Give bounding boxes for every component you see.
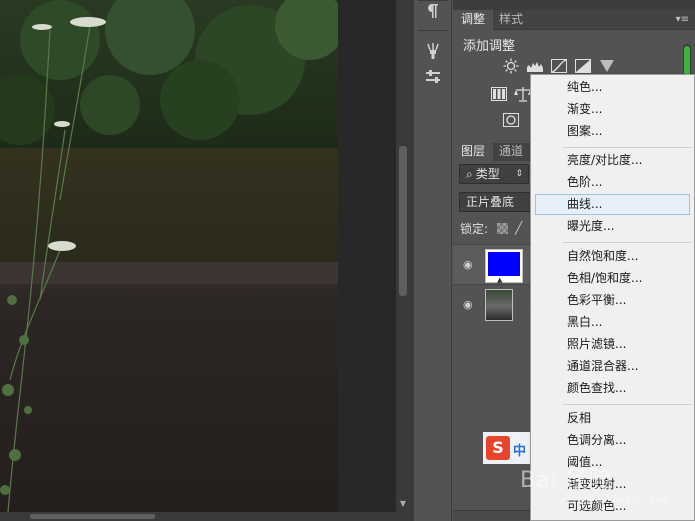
tool-presets-icon[interactable] [421,66,445,88]
menu-item-selective-color[interactable]: 可选颜色... [532,496,693,517]
gradient-triangle-icon[interactable] [597,58,617,74]
visibility-eye-icon[interactable]: ◉ [463,258,475,271]
adjustments-panel-tabs: 调整 样式 ▾≡ [453,10,695,30]
curves-icon[interactable] [549,58,569,74]
panel-menu-icon[interactable]: ▾≡ [676,14,689,25]
canvas-pasteboard [338,0,396,512]
blend-mode-value: 正片叠底 [466,195,515,209]
blend-mode-select[interactable]: 正片叠底 [459,192,539,212]
menu-item-curves[interactable]: 曲线... [535,194,690,215]
menu-item-color-balance[interactable]: 色彩平衡... [532,290,693,311]
menu-item-color-lookup[interactable]: 颜色查找... [532,378,693,399]
menu-item-exposure[interactable]: 曝光度... [532,216,693,237]
menu-item-threshold[interactable]: 阈值... [532,452,693,473]
menu-item-posterize[interactable]: 色调分离... [532,430,693,451]
hue-saturation-icon[interactable] [489,86,509,102]
layer-filter-select[interactable]: ⌕ 类型 ⇕ [459,164,529,184]
collapsed-panel-strip [414,0,452,521]
document-canvas[interactable] [0,0,396,512]
ime-language-indicator[interactable]: 中 [513,440,526,459]
exposure-icon[interactable] [573,58,593,74]
tab-channels[interactable]: 通道 [491,143,531,161]
menu-item-solid-color[interactable]: 纯色... [532,77,693,98]
visibility-eye-icon[interactable]: ◉ [463,298,475,311]
search-icon: ⌕ [466,167,473,181]
menu-item-black-white[interactable]: 黑白... [532,312,693,333]
menu-item-gradient[interactable]: 渐变... [532,99,693,120]
tab-layers[interactable]: 图层 [453,143,494,161]
photo-image [0,0,338,512]
menu-item-channel-mixer[interactable]: 通道混合器... [532,356,693,377]
menu-separator [563,242,691,243]
levels-icon[interactable] [525,58,545,74]
adjustments-title: 添加调整 [463,39,516,54]
chevron-updown-icon: ⇕ [515,169,523,179]
divider [418,30,448,31]
panel-header-bar [453,0,695,10]
photo-layer-thumbnail[interactable] [485,289,513,321]
sogou-ime-logo[interactable]: S [486,436,510,460]
menu-separator [563,404,691,405]
lock-transparent-pixels-icon[interactable] [497,223,508,234]
menu-item-invert[interactable]: 反相 [532,408,693,429]
tab-adjustments[interactable]: 调整 [453,10,494,30]
brush-presets-icon[interactable] [421,40,445,62]
lock-image-pixels-icon[interactable]: ╱ [515,221,522,235]
brightness-contrast-icon[interactable] [501,58,521,74]
scroll-down-arrow-icon[interactable]: ▼ [399,500,407,508]
lock-label: 锁定: [460,222,489,236]
fill-color-swatch [488,252,520,276]
scrollbar-thumb[interactable] [30,514,155,519]
menu-item-gradient-map[interactable]: 渐变映射... [532,474,693,495]
scrollbar-thumb[interactable] [399,146,407,296]
menu-item-pattern[interactable]: 图案... [532,121,693,142]
menu-item-vibrance[interactable]: 自然饱和度... [532,246,693,267]
menu-separator [563,147,691,148]
paragraph-icon[interactable] [421,0,445,22]
adjustment-marker-icon: ▲ [497,276,503,284]
adjustment-layer-menu: 纯色... 渐变... 图案... 亮度/对比度... 色阶... 曲线... … [530,74,695,521]
channel-mixer-icon[interactable] [501,112,521,128]
fill-layer-thumbnail[interactable]: ▲ [485,249,523,284]
menu-item-brightness-contrast[interactable]: 亮度/对比度... [532,150,693,171]
menu-item-photo-filter[interactable]: 照片滤镜... [532,334,693,355]
tab-styles[interactable]: 样式 [491,10,531,30]
layer-filter-value: 类型 [475,167,500,181]
menu-item-hue-saturation[interactable]: 色相/饱和度... [532,268,693,289]
menu-item-levels[interactable]: 色阶... [532,172,693,193]
canvas-vertical-scrollbar[interactable]: ▼ [396,0,410,512]
canvas-horizontal-scrollbar[interactable] [0,512,410,521]
